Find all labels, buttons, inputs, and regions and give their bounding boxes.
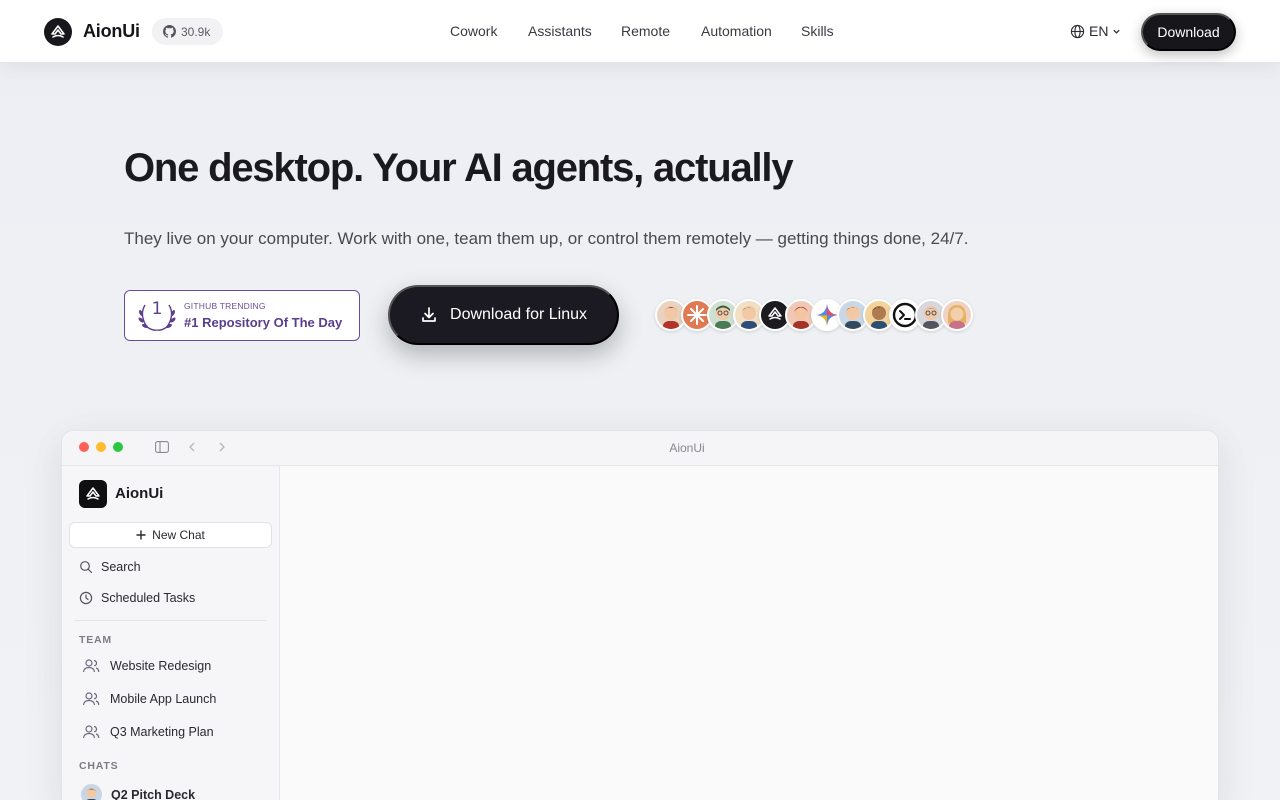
team-item-label: Q3 Marketing Plan xyxy=(110,725,214,739)
nav-link-cowork[interactable]: Cowork xyxy=(450,23,497,39)
team-icon xyxy=(82,659,100,673)
app-preview-window: AionUi AionUi New Chat Search Scheduled … xyxy=(61,430,1219,800)
sidebar-item-label: Search xyxy=(101,560,141,574)
new-chat-button[interactable]: New Chat xyxy=(69,522,272,548)
new-chat-label: New Chat xyxy=(152,528,205,542)
trending-rank: 1 xyxy=(151,299,163,319)
nav-link-remote[interactable]: Remote xyxy=(621,23,670,39)
team-item[interactable]: Q3 Marketing Plan xyxy=(82,724,214,740)
agent-avatar-row xyxy=(655,299,975,331)
laurel-icon: 1 xyxy=(135,299,179,333)
team-section-heading: TEAM xyxy=(79,634,112,646)
team-item-label: Mobile App Launch xyxy=(110,692,217,706)
team-item-label: Website Redesign xyxy=(110,659,212,673)
chats-section-heading: CHATS xyxy=(79,760,119,772)
sidebar-item-label: Scheduled Tasks xyxy=(101,591,196,605)
github-trending-badge[interactable]: 1 GITHUB TRENDING #1 Repository Of The D… xyxy=(124,290,360,341)
window-titlebar: AionUi xyxy=(62,431,1218,466)
hero-title: One desktop. Your AI agents, actually xyxy=(124,146,794,190)
language-selector[interactable]: EN xyxy=(1070,23,1121,39)
plus-icon xyxy=(136,530,146,540)
trending-kicker: GITHUB TRENDING xyxy=(184,301,266,311)
chevron-down-icon xyxy=(1113,29,1121,34)
chat-avatar xyxy=(81,784,102,800)
top-nav: AionUi 30.9k Cowork Assistants Remote Au… xyxy=(0,0,1280,63)
download-button-nav[interactable]: Download xyxy=(1141,13,1236,51)
team-item[interactable]: Website Redesign xyxy=(82,658,211,674)
search-icon xyxy=(80,561,93,574)
team-icon xyxy=(82,692,100,706)
team-icon xyxy=(82,725,100,739)
download-icon xyxy=(422,307,436,322)
language-label: EN xyxy=(1089,23,1109,39)
download-linux-button[interactable]: Download for Linux xyxy=(388,285,619,345)
nav-link-skills[interactable]: Skills xyxy=(801,23,834,39)
sidebar-item-search[interactable]: Search xyxy=(79,560,141,574)
window-title: AionUi xyxy=(669,441,705,455)
clock-icon xyxy=(79,591,93,605)
download-linux-label: Download for Linux xyxy=(450,306,587,323)
nav-link-assistants[interactable]: Assistants xyxy=(528,23,592,39)
sidebar-brand: AionUi xyxy=(115,485,164,502)
trending-title: #1 Repository Of The Day xyxy=(184,315,343,330)
team-item[interactable]: Mobile App Launch xyxy=(82,691,216,707)
sidebar-item-scheduled-tasks[interactable]: Scheduled Tasks xyxy=(79,591,195,605)
nav-link-automation[interactable]: Automation xyxy=(701,23,772,39)
hero-subtitle: They live on your computer. Work with on… xyxy=(124,229,969,248)
sidebar-divider xyxy=(74,620,266,621)
chat-item[interactable]: Q2 Pitch Deck xyxy=(81,784,195,800)
agent-avatar-12[interactable] xyxy=(941,299,973,331)
globe-icon xyxy=(1070,24,1085,38)
chat-item-label: Q2 Pitch Deck xyxy=(111,787,196,800)
app-main-area xyxy=(281,466,1218,800)
app-sidebar: AionUi New Chat Search Scheduled Tasks T… xyxy=(62,466,280,800)
sidebar-logo-icon xyxy=(79,480,107,508)
